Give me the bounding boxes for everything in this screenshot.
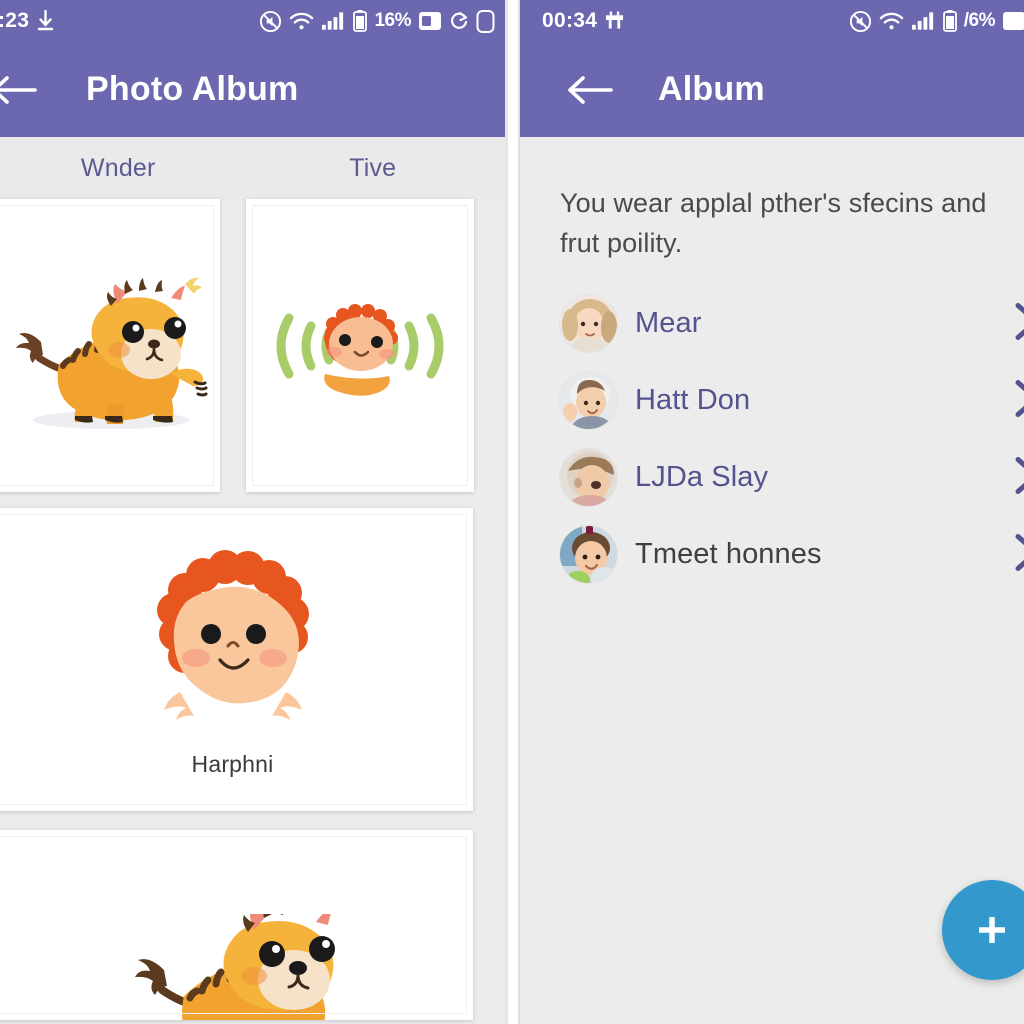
status-bar-right-group: /6% <box>849 10 1024 33</box>
battery-icon <box>353 10 368 32</box>
list-item-label: Hatt Don <box>635 384 751 416</box>
status-bar-right-group: 16% <box>259 9 495 33</box>
harphni-card[interactable]: Harphni <box>0 508 473 811</box>
card-grid-row <box>0 199 505 492</box>
list-item-label: Tmeet honnes <box>635 538 822 570</box>
battery-percent: 16% <box>374 10 411 31</box>
avatar <box>560 372 617 429</box>
download-arrow-icon <box>37 10 54 32</box>
avatar <box>560 449 617 506</box>
left-app-bar: Photo Album <box>0 42 505 137</box>
add-floating-action-button[interactable] <box>942 880 1024 980</box>
status-bar-time: 00:34 <box>542 9 598 32</box>
wifi-icon <box>879 11 904 31</box>
sound-creature-card[interactable] <box>246 199 474 492</box>
harphni-illustration <box>128 542 338 747</box>
sync-icon <box>449 10 469 32</box>
status-bar-left-group: 00:34 <box>542 9 624 33</box>
card-caption: Harphni <box>191 750 274 777</box>
tab-bar: Wnder Tive <box>0 137 505 199</box>
tiger-illustration-bottom <box>0 914 473 1020</box>
tab-tive[interactable]: Tive <box>241 154 506 183</box>
signal-icon <box>321 11 346 31</box>
wifi-icon <box>289 11 314 31</box>
panel-divider <box>505 0 520 1024</box>
people-list: Mear Hatt Don LJDa Slay Tmeet honnes <box>560 285 1024 593</box>
no-sound-icon <box>259 10 282 33</box>
left-status-bar: 0:23 16% <box>0 0 505 42</box>
dual-phone-screenshot: 0:23 16% <box>0 0 1024 1024</box>
plus-icon <box>979 917 1005 943</box>
right-phone-panel: 00:34 /6% Album You wear applal pther's … <box>520 0 1024 1024</box>
battery-percent: /6% <box>963 10 996 31</box>
battery-outline-icon <box>476 9 495 33</box>
back-arrow-icon[interactable] <box>0 64 40 116</box>
list-item-label: LJDa Slay <box>635 461 769 493</box>
description-text: You wear applal pther's sfecins and frut… <box>560 188 987 258</box>
back-arrow-icon[interactable] <box>564 64 616 116</box>
list-item-label: Mear <box>635 307 702 339</box>
left-phone-panel: 0:23 16% <box>0 0 505 1024</box>
avatar <box>560 295 617 352</box>
list-item[interactable]: Tmeet honnes <box>560 516 1024 593</box>
tiger-card-bottom[interactable] <box>0 830 473 1020</box>
sim-card-icon <box>1002 10 1024 32</box>
right-status-bar: 00:34 /6% <box>520 0 1024 42</box>
right-panel-body: You wear applal pther's sfecins and frut… <box>520 137 1024 1024</box>
page-title: Photo Album <box>86 70 299 108</box>
sound-creature-illustration <box>246 199 474 492</box>
no-sound-icon <box>849 10 872 33</box>
list-item[interactable]: Hatt Don <box>560 362 1024 439</box>
page-title: Album <box>658 70 765 108</box>
battery-icon <box>942 10 957 32</box>
status-bar-time: 0:23 <box>0 9 30 32</box>
calendar-icon <box>605 11 624 31</box>
list-item[interactable]: Mear <box>560 285 1024 362</box>
signal-icon <box>911 11 936 31</box>
chevron-right-icon[interactable] <box>1014 300 1024 347</box>
status-bar-left-group: 0:23 <box>0 9 54 33</box>
avatar <box>560 526 617 583</box>
chevron-right-icon[interactable] <box>1014 531 1024 578</box>
tiger-card[interactable] <box>0 199 220 492</box>
chevron-right-icon[interactable] <box>1014 377 1024 424</box>
list-item[interactable]: LJDa Slay <box>560 439 1024 516</box>
chevron-right-icon[interactable] <box>1014 454 1024 501</box>
sim-card-icon <box>418 10 442 32</box>
tiger-illustration <box>0 199 220 492</box>
tab-wnder[interactable]: Wnder <box>0 154 251 183</box>
right-app-bar: Album <box>520 42 1024 137</box>
